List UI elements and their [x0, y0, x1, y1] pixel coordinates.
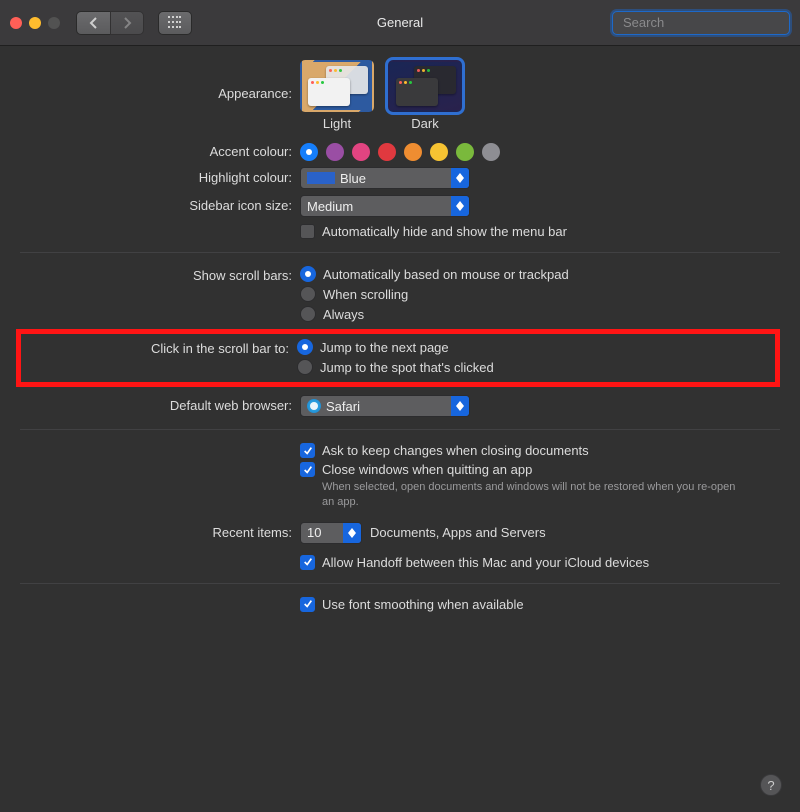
minimize-icon[interactable] [29, 17, 41, 29]
scrollbars-label: Show scroll bars: [20, 265, 300, 323]
font-smoothing-label: Use font smoothing when available [322, 597, 524, 612]
checkbox-icon [300, 462, 315, 477]
scrollbars-option[interactable]: Always [300, 305, 780, 323]
checkbox-icon [300, 597, 315, 612]
highlight-annotation: Click in the scroll bar to: Jump to the … [16, 329, 780, 387]
window-controls [10, 17, 60, 29]
appearance-option-dark[interactable]: Dark [388, 60, 462, 131]
search-field[interactable] [612, 11, 790, 35]
accent-swatch[interactable] [404, 143, 422, 161]
stepper-icon [451, 168, 469, 188]
radio-icon [297, 339, 313, 355]
checkbox-icon [300, 443, 315, 458]
appearance-option-light[interactable]: Light [300, 60, 374, 131]
ask-keep-check[interactable]: Ask to keep changes when closing documen… [300, 442, 780, 459]
close-windows-hint: When selected, open documents and window… [300, 480, 740, 510]
highlight-swatch-icon [307, 172, 335, 184]
nav-buttons [76, 11, 144, 35]
accent-swatch[interactable] [456, 143, 474, 161]
recent-value: 10 [307, 525, 321, 540]
appearance-light-label: Light [323, 116, 351, 131]
ask-keep-label: Ask to keep changes when closing documen… [322, 443, 589, 458]
scrollbars-option-label: Always [323, 307, 364, 322]
handoff-label: Allow Handoff between this Mac and your … [322, 555, 649, 570]
accent-swatches [300, 141, 780, 161]
radio-icon [297, 359, 313, 375]
chevron-left-icon [89, 17, 98, 29]
browser-label: Default web browser: [20, 395, 300, 417]
chevron-right-icon [123, 17, 132, 29]
stepper-icon [451, 196, 469, 216]
grid-icon [168, 16, 182, 30]
accent-swatch[interactable] [378, 143, 396, 161]
scrollbars-option[interactable]: When scrolling [300, 285, 780, 303]
sidebar-size-label: Sidebar icon size: [20, 195, 300, 217]
appearance-dark-label: Dark [411, 116, 438, 131]
font-smoothing-check[interactable]: Use font smoothing when available [300, 596, 780, 613]
accent-swatch[interactable] [482, 143, 500, 161]
stepper-icon [451, 396, 469, 416]
recent-label: Recent items: [20, 522, 300, 544]
scrollbars-option[interactable]: Automatically based on mouse or trackpad [300, 265, 780, 283]
sidebar-size-select[interactable]: Medium [300, 195, 470, 217]
sidebar-size-value: Medium [307, 199, 353, 214]
highlight-label: Highlight colour: [20, 167, 300, 189]
browser-value: Safari [326, 399, 360, 414]
accent-swatch[interactable] [326, 143, 344, 161]
scroll-click-option-label: Jump to the spot that's clicked [320, 360, 494, 375]
appearance-label: Appearance: [20, 60, 300, 131]
accent-swatch[interactable] [352, 143, 370, 161]
recent-suffix: Documents, Apps and Servers [370, 525, 546, 540]
menubar-autohide-check[interactable]: Automatically hide and show the menu bar [300, 223, 780, 240]
checkbox-icon [300, 555, 315, 570]
scrollbars-option-label: Automatically based on mouse or trackpad [323, 267, 569, 282]
radio-icon [300, 286, 316, 302]
search-input[interactable] [623, 15, 799, 30]
close-icon[interactable] [10, 17, 22, 29]
stepper-icon [343, 523, 361, 543]
close-windows-label: Close windows when quitting an app [322, 462, 532, 477]
zoom-icon [48, 17, 60, 29]
safari-icon [307, 399, 321, 413]
scroll-click-option[interactable]: Jump to the spot that's clicked [297, 358, 767, 376]
highlight-value: Blue [340, 171, 366, 186]
scrollbars-option-label: When scrolling [323, 287, 408, 302]
accent-swatch[interactable] [300, 143, 318, 161]
close-windows-check[interactable]: Close windows when quitting an app [300, 461, 780, 478]
handoff-check[interactable]: Allow Handoff between this Mac and your … [300, 554, 780, 571]
accent-label: Accent colour: [20, 141, 300, 161]
show-all-button[interactable] [158, 11, 192, 35]
highlight-select[interactable]: Blue [300, 167, 470, 189]
titlebar: General [0, 0, 800, 46]
scroll-click-label: Click in the scroll bar to: [29, 338, 297, 376]
scroll-click-option[interactable]: Jump to the next page [297, 338, 767, 356]
radio-icon [300, 306, 316, 322]
checkbox-icon [300, 224, 315, 239]
accent-swatch[interactable] [430, 143, 448, 161]
menubar-autohide-label: Automatically hide and show the menu bar [322, 224, 567, 239]
back-button[interactable] [76, 11, 110, 35]
browser-select[interactable]: Safari [300, 395, 470, 417]
help-button[interactable]: ? [760, 774, 782, 796]
recent-select[interactable]: 10 [300, 522, 362, 544]
forward-button[interactable] [110, 11, 144, 35]
scroll-click-option-label: Jump to the next page [320, 340, 449, 355]
radio-icon [300, 266, 316, 282]
